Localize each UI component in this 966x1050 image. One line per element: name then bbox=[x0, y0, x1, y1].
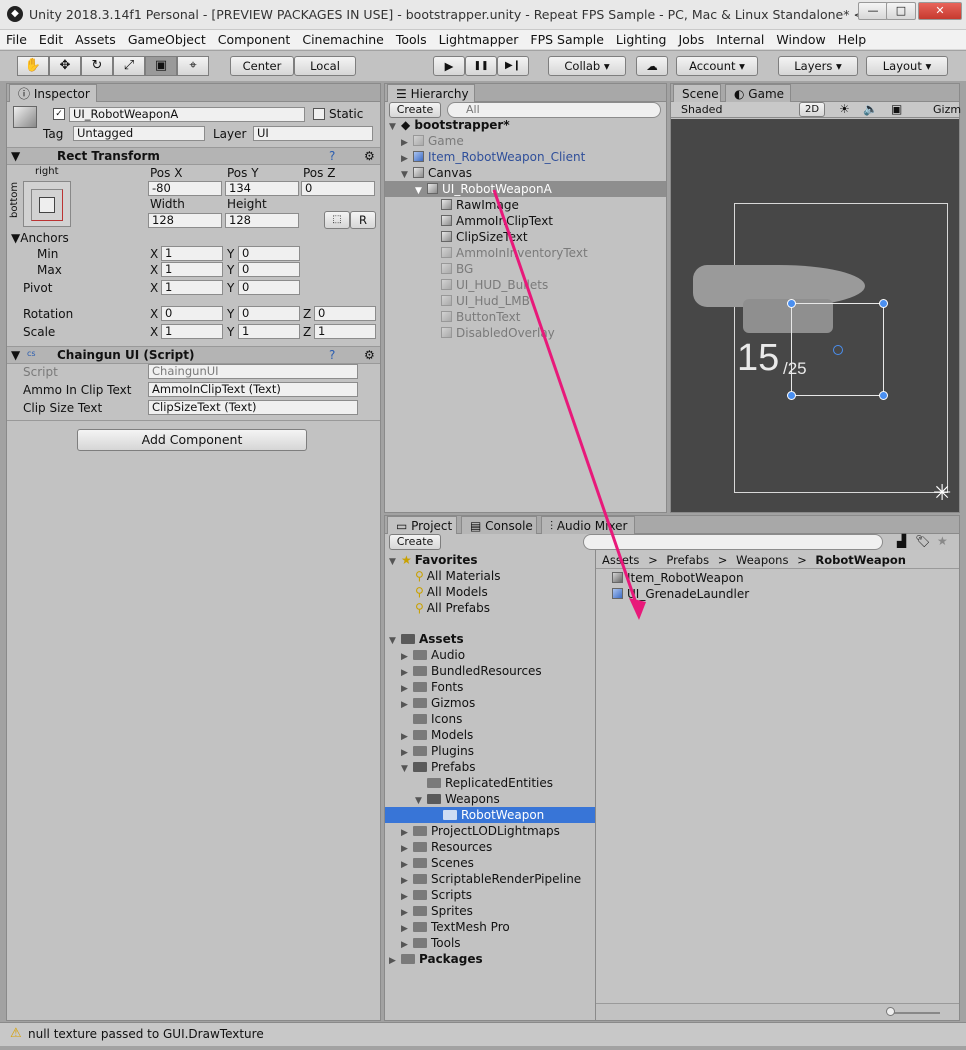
status-message[interactable]: null texture passed to GUI.DrawTexture bbox=[28, 1027, 264, 1041]
arrow-line bbox=[492, 189, 639, 607]
drag-annotation-arrow bbox=[492, 189, 646, 620]
status-bar: ⚠ null texture passed to GUI.DrawTexture bbox=[0, 1022, 966, 1046]
arrow-head bbox=[629, 598, 646, 620]
warning-icon: ⚠ bbox=[10, 1026, 22, 1041]
